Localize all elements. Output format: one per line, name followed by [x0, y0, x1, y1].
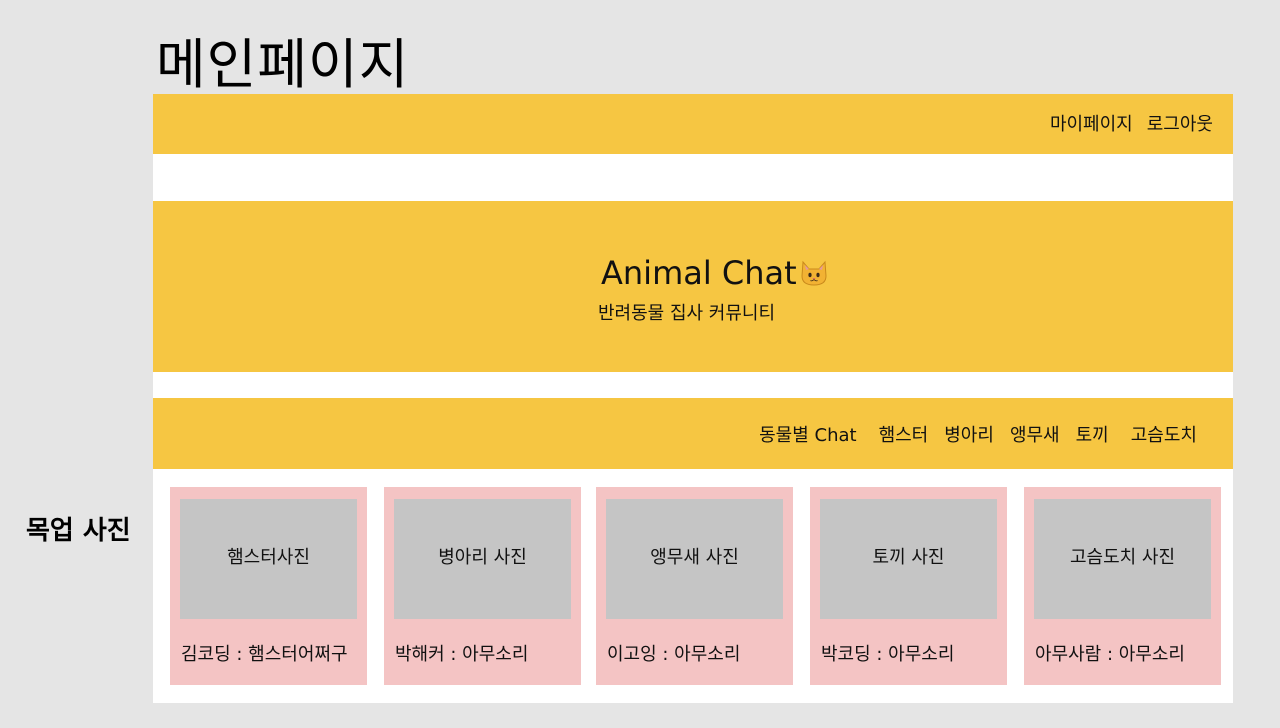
card-photo-placeholder: 햄스터사진	[180, 499, 357, 619]
card-caption: 이고잉 : 아무소리	[607, 644, 741, 665]
post-card[interactable]: 앵무새 사진 이고잉 : 아무소리	[596, 487, 793, 685]
post-card[interactable]: 토끼 사진 박코딩 : 아무소리	[810, 487, 1007, 685]
card-photo-placeholder: 고슴도치 사진	[1034, 499, 1211, 619]
top-bar-links: 마이페이지 로그아웃	[1050, 110, 1213, 136]
mockup-canvas: 메인페이지 목업 사진 마이페이지 로그아웃 Animal Chat 반려동물 …	[0, 0, 1280, 728]
hero-title-row: Animal Chat	[601, 251, 829, 295]
logout-link[interactable]: 로그아웃	[1147, 110, 1213, 136]
card-photo-label: 병아리 사진	[438, 547, 527, 568]
hero-subtitle: 반려동물 집사 커뮤니티	[598, 303, 776, 324]
hero-title: Animal Chat	[601, 254, 797, 292]
cat-face-icon	[801, 260, 827, 286]
card-photo-label: 햄스터사진	[227, 547, 310, 568]
top-bar: 마이페이지 로그아웃	[153, 94, 1233, 154]
card-photo-label: 앵무새 사진	[650, 547, 739, 568]
card-caption: 박코딩 : 아무소리	[821, 644, 955, 665]
mockup-photo-label: 목업 사진	[26, 516, 131, 546]
card-photo-placeholder: 병아리 사진	[394, 499, 571, 619]
page-frame: 마이페이지 로그아웃 Animal Chat 반려동물 집사 커뮤니티 동물별 …	[153, 94, 1233, 703]
hero-banner: Animal Chat 반려동물 집사 커뮤니티	[153, 201, 1233, 372]
nav-animal-chat-link[interactable]: 동물별 Chat	[759, 421, 856, 447]
nav-item-rabbit[interactable]: 토끼	[1076, 421, 1109, 447]
animal-nav-bar: 동물별 Chat 햄스터 병아리 앵무새 토끼 고슴도치	[153, 398, 1233, 469]
card-photo-label: 토끼 사진	[872, 547, 945, 568]
post-card[interactable]: 병아리 사진 박해커 : 아무소리	[384, 487, 581, 685]
nav-item-hamster[interactable]: 햄스터	[879, 421, 929, 447]
nav-item-hedgehog[interactable]: 고슴도치	[1131, 421, 1197, 447]
nav-item-chick[interactable]: 병아리	[944, 421, 994, 447]
card-caption: 아무사람 : 아무소리	[1035, 644, 1185, 665]
nav-item-parrot[interactable]: 앵무새	[1010, 421, 1060, 447]
card-photo-placeholder: 앵무새 사진	[606, 499, 783, 619]
mypage-link[interactable]: 마이페이지	[1050, 110, 1133, 136]
card-caption: 박해커 : 아무소리	[395, 644, 529, 665]
card-photo-label: 고슴도치 사진	[1069, 547, 1176, 568]
page-title: 메인페이지	[156, 33, 410, 96]
card-caption: 김코딩 : 햄스터어쩌구	[181, 644, 348, 665]
animal-nav-items: 동물별 Chat 햄스터 병아리 앵무새 토끼 고슴도치	[759, 421, 1197, 447]
card-photo-placeholder: 토끼 사진	[820, 499, 997, 619]
post-card[interactable]: 고슴도치 사진 아무사람 : 아무소리	[1024, 487, 1221, 685]
post-card[interactable]: 햄스터사진 김코딩 : 햄스터어쩌구	[170, 487, 367, 685]
